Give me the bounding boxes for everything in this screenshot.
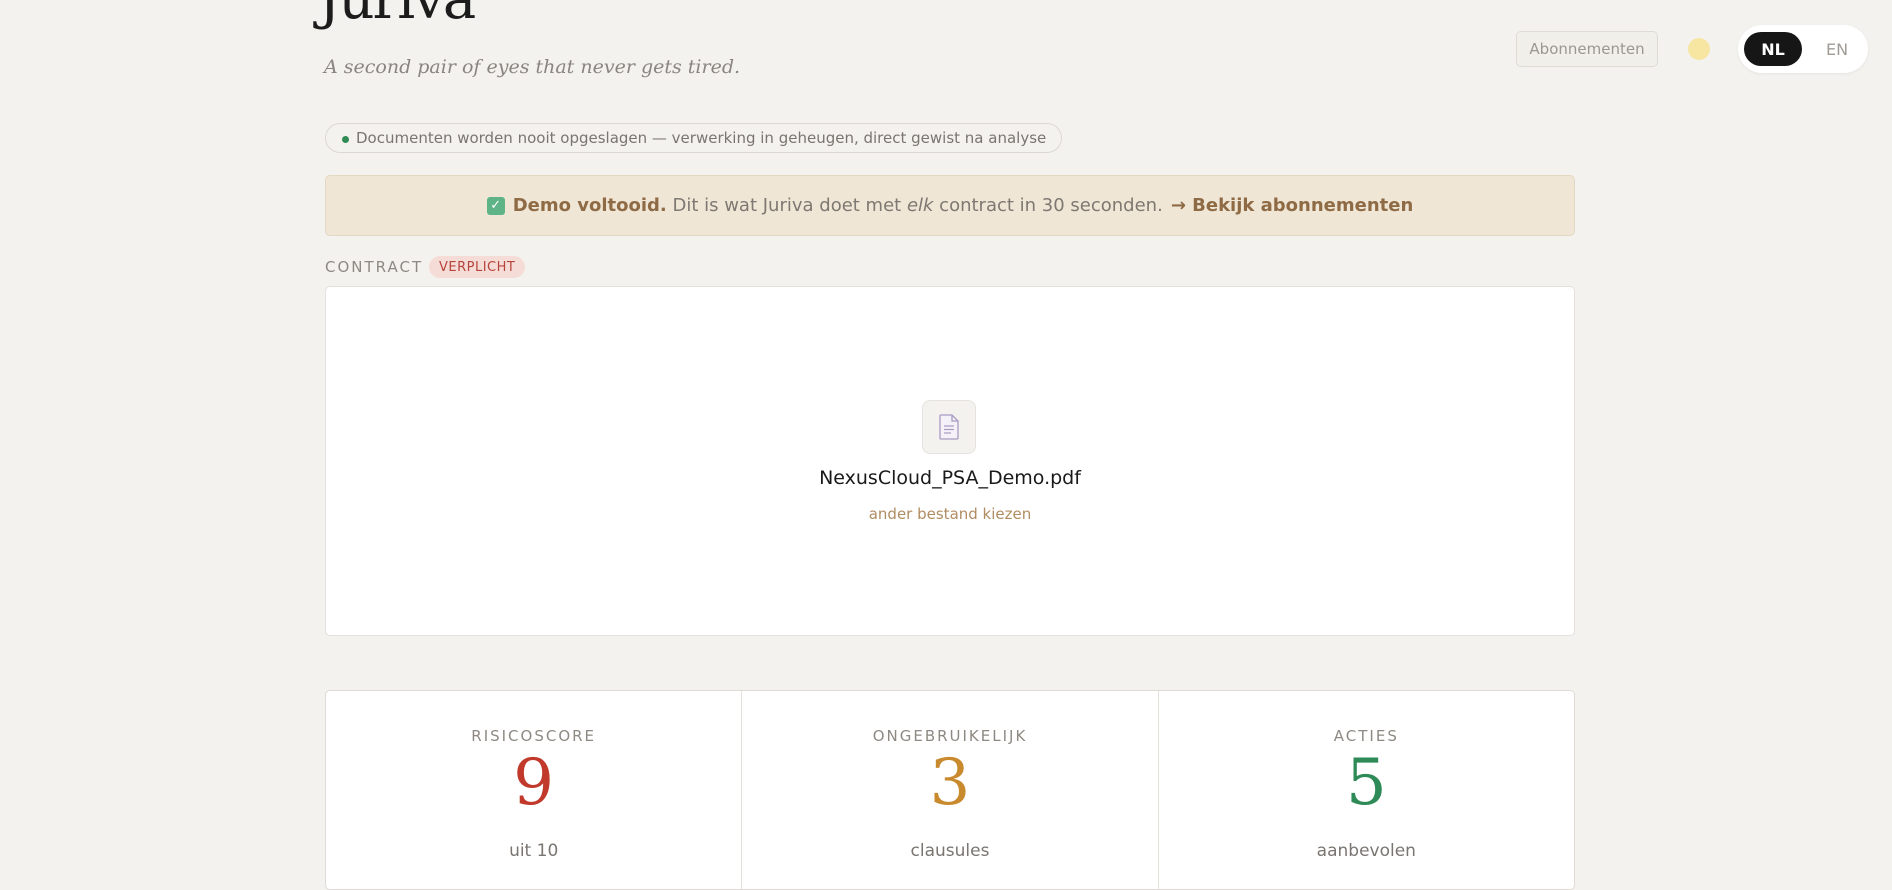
stat-sub: clausules	[910, 841, 990, 861]
choose-other-file-link[interactable]: ander bestand kiezen	[326, 505, 1574, 523]
file-name: NexusCloud_PSA_Demo.pdf	[819, 467, 1081, 489]
tagline: A second pair of eyes that never gets ti…	[324, 56, 741, 78]
language-toggle[interactable]: NL EN	[1738, 25, 1868, 73]
language-en-button[interactable]: EN	[1812, 32, 1862, 66]
stat-label: ACTIES	[1333, 727, 1399, 745]
banner-bold-text: Demo voltooid.	[512, 195, 667, 216]
privacy-notice: Documenten worden nooit opgeslagen — ver…	[325, 123, 1063, 153]
contract-label: CONTRACT	[325, 258, 424, 276]
stat-value: 9	[513, 746, 555, 820]
logo[interactable]: Juriva	[318, 0, 476, 28]
stat-sub: uit 10	[509, 841, 559, 861]
banner-emphasis: elk	[906, 195, 934, 216]
file-upload-area[interactable]: NexusCloud_PSA_Demo.pdf ander bestand ki…	[325, 286, 1575, 636]
banner-text-before: Dit is wat Juriva doet met	[666, 195, 907, 216]
checkbox-icon: ✓	[486, 196, 505, 215]
banner-text-after: contract in 30 seconden.	[933, 195, 1163, 216]
stat-label: RISICOSCORE	[471, 727, 597, 745]
stat-sub: aanbevolen	[1316, 841, 1416, 861]
sun-icon[interactable]	[1688, 38, 1710, 60]
required-badge: VERPLICHT	[429, 256, 526, 278]
privacy-notice-text: Documenten worden nooit opgeslagen — ver…	[356, 129, 1047, 147]
demo-complete-banner: ✓ Demo voltooid. Dit is wat Juriva doet …	[325, 175, 1575, 236]
stat-risk-score: RISICOSCORE 9 uit 10	[326, 691, 743, 889]
stat-value: 3	[929, 746, 971, 820]
stat-actions: ACTIES 5 aanbevolen	[1159, 691, 1574, 889]
view-subscriptions-link[interactable]: → Bekijk abonnementen	[1171, 195, 1413, 216]
subscriptions-button[interactable]: Abonnementen	[1516, 31, 1658, 67]
stat-label: ONGEBRUIKELIJK	[872, 727, 1028, 745]
status-dot-icon	[342, 136, 349, 143]
stat-value: 5	[1345, 746, 1387, 820]
stats-panel: RISICOSCORE 9 uit 10 ONGEBRUIKELIJK 3 cl…	[325, 690, 1575, 890]
stat-unusual: ONGEBRUIKELIJK 3 clausules	[742, 691, 1159, 889]
document-icon	[922, 400, 976, 454]
language-nl-button[interactable]: NL	[1744, 32, 1802, 66]
